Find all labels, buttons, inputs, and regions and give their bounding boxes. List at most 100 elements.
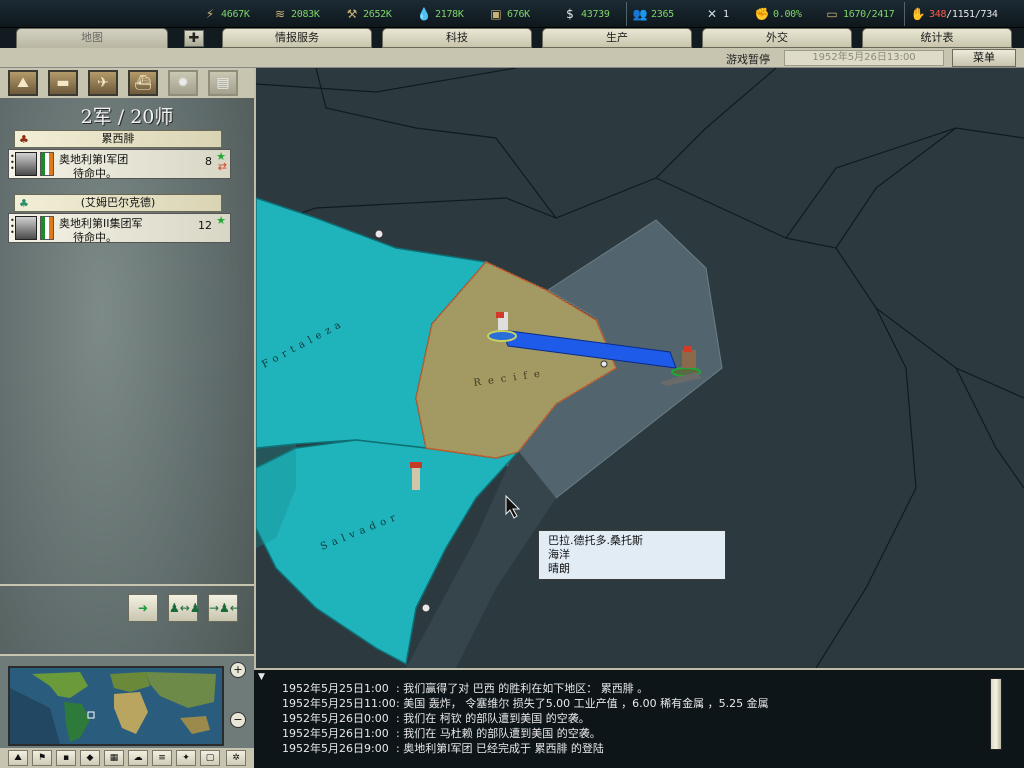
unit-division-count: 8 xyxy=(205,155,212,168)
transport-icon: ▤ xyxy=(216,75,230,91)
unit-panel: ⛰ ▬ ✈ ⛴ ✹ ▤ 2军 / 20师 ♣ 累西腓 • • • 奥地利第I军团 待… xyxy=(0,68,254,768)
filter-combat-button[interactable]: ✹ xyxy=(168,70,198,96)
group-header-recife[interactable]: ♣ 累西腓 xyxy=(14,130,222,148)
oil-drop-icon: 💧 xyxy=(416,7,432,21)
supply-icon: ▪ xyxy=(62,753,70,763)
tab-intelligence[interactable]: 情报服务 xyxy=(222,28,372,48)
resource-manpower[interactable]: 👥 2365 xyxy=(632,6,675,22)
explosion-icon: ✹ xyxy=(177,75,189,91)
mapmode-infrastructure-button[interactable]: ≡ xyxy=(152,750,172,766)
log-entry: 1952年5月25日1:00: 我们赢得了对 巴西 的胜利在如下地区： 累西腓 … xyxy=(282,680,648,696)
mapmode-industry-button[interactable]: ▦ xyxy=(104,750,124,766)
army-summary: 2军 / 20师 xyxy=(80,106,174,128)
mapmode-diplomacy-button[interactable]: ✦ xyxy=(176,750,196,766)
star-icon: ★ xyxy=(216,214,226,227)
tab-technology[interactable]: 科技 xyxy=(382,28,532,48)
resource-rare-materials[interactable]: ⚒ 2652K xyxy=(344,6,392,22)
gear-icon: ✲ xyxy=(232,753,240,763)
unload-unit-button[interactable]: ➜ xyxy=(128,594,158,622)
resource-supplies[interactable]: ▣ 676K xyxy=(488,6,530,22)
game-date-display: 1952年5月26日13:00 xyxy=(784,50,944,66)
resource-separator xyxy=(904,2,905,26)
expand-button[interactable]: ✚ xyxy=(184,30,204,47)
log-scrollbar[interactable] xyxy=(990,678,1002,750)
tooltip-terrain: 海洋 xyxy=(548,548,570,561)
port-icon xyxy=(374,229,384,239)
mapmode-weather-button[interactable]: ☁ xyxy=(128,750,148,766)
log-timestamp: 1952年5月26日9:00 xyxy=(282,742,389,755)
handshake-icon: ✦ xyxy=(182,753,190,763)
resource-metal[interactable]: ≋ 2083K xyxy=(272,6,320,22)
mapmode-resources-button[interactable]: ◆ xyxy=(80,750,100,766)
filter-armor-button[interactable]: ▬ xyxy=(48,70,78,96)
resource-convoys[interactable]: ✋ 348/1151/734 xyxy=(910,6,998,22)
commander-portrait xyxy=(15,216,37,240)
mapmode-terrain-button[interactable]: ⛰ xyxy=(8,750,28,766)
convoys-used-value: 348 xyxy=(929,8,947,20)
infantry-icon: ⛰ xyxy=(17,75,29,91)
split-unit-button[interactable]: ♟↔♟ xyxy=(168,594,201,622)
world-minimap[interactable] xyxy=(8,666,224,746)
zoom-out-button[interactable]: − xyxy=(230,712,246,728)
split-icon: ♟↔♟ xyxy=(169,601,201,615)
zoom-out-icon: − xyxy=(233,713,243,726)
resource-transports[interactable]: ▭ 1670/2417 xyxy=(824,6,894,22)
aircraft-icon: ✈ xyxy=(97,75,109,91)
mapmode-political-button[interactable]: ⚑ xyxy=(32,750,52,766)
mapmode-settings-button[interactable]: ✲ xyxy=(226,750,246,766)
log-text: : 奥地利第I军团 已经完成于 累西腓 的登陆 xyxy=(396,742,604,755)
resource-energy[interactable]: ⚡ 4667K xyxy=(202,6,250,22)
tank-icon: ▬ xyxy=(56,75,70,91)
unload-arrow-icon: ➜ xyxy=(137,601,149,615)
unit-card-austria-corps-1[interactable]: • • • 奥地利第I军团 待命中。 8 ★ ⇄ xyxy=(8,149,231,180)
resource-bar: ⚡ 4667K ≋ 2083K ⚒ 2652K 💧 2178K ▣ 676K $… xyxy=(0,0,1024,28)
energy-icon: ⚡ xyxy=(205,7,215,21)
flag-icon: ⚑ xyxy=(37,753,47,763)
resource-icon: ◆ xyxy=(86,753,94,763)
tab-production[interactable]: 生产 xyxy=(542,28,692,48)
mapmode-theater-button[interactable]: ▢ xyxy=(200,750,220,766)
filter-air-button[interactable]: ✈ xyxy=(88,70,118,96)
manpower-value: 2365 xyxy=(651,8,674,20)
road-icon: ≡ xyxy=(158,753,166,763)
unit-card-austria-army-2[interactable]: • • • 奥地利第II集团军 待命中。 12 ★ xyxy=(8,213,231,244)
swap-arrows-icon[interactable]: ⇄ xyxy=(218,160,227,173)
log-timestamp: 1952年5月25日11:00 xyxy=(282,697,396,710)
merge-unit-button[interactable]: →♟← xyxy=(208,594,240,622)
log-text: : 美国 轰炸， 令塞维尔 损失了5.00 工业产值 ，6.00 稀有金属 ，5… xyxy=(396,697,769,710)
rare-materials-value: 2652K xyxy=(363,8,392,20)
dissent-value: 0.00% xyxy=(773,8,802,20)
panel-divider xyxy=(0,584,254,586)
collapse-triangle-icon[interactable]: ▼ xyxy=(258,672,265,682)
tab-map[interactable]: 地图 xyxy=(16,28,168,50)
log-text: : 我们在 马杜赖 的部队遭到美国 的空袭。 xyxy=(396,727,601,740)
map-mode-bar: ⛰ ⚑ ▪ ◆ ▦ ☁ ≡ ✦ ▢ ✲ xyxy=(0,748,254,768)
zoom-in-button[interactable]: + xyxy=(230,662,246,678)
tab-statistics[interactable]: 统计表 xyxy=(862,28,1012,48)
game-map[interactable]: Fortaleza Recife Salvador 巴拉.德托多.桑托斯 海洋 … xyxy=(254,68,1024,668)
message-log: ▼ 1952年5月25日1:00: 我们赢得了对 巴西 的胜利在如下地区： 累西… xyxy=(254,668,1024,768)
tab-diplomacy[interactable]: 外交 xyxy=(702,28,852,48)
resource-money[interactable]: $ 43739 xyxy=(562,6,610,22)
drag-handle-icon[interactable]: • • • xyxy=(10,217,15,237)
nation-flag xyxy=(40,216,54,240)
drag-handle-icon[interactable]: • • • xyxy=(10,153,15,173)
menu-button[interactable]: 菜单 xyxy=(952,49,1016,67)
filter-transport-button[interactable]: ▤ xyxy=(208,70,238,96)
status-row: 游戏暂停 1952年5月26日13:00 菜单 xyxy=(0,48,1024,68)
energy-value: 4667K xyxy=(221,8,250,20)
resource-dissent[interactable]: ✊ 0.00% xyxy=(754,6,802,22)
manpower-icon: 👥 xyxy=(632,7,648,21)
filter-land-button[interactable]: ⛰ xyxy=(8,70,38,96)
filter-naval-button[interactable]: ⛴ xyxy=(128,70,158,96)
oil-value: 2178K xyxy=(435,8,464,20)
group-header-embarked[interactable]: ♣ (艾姆巴尔克德) xyxy=(14,194,222,212)
resource-oil[interactable]: 💧 2178K xyxy=(416,6,464,22)
tooltip-weather: 晴朗 xyxy=(548,562,570,575)
resource-diplomacy[interactable]: ✕ 1 xyxy=(704,6,729,22)
log-entry: 1952年5月26日9:00 : 奥地利第I军团 已经完成于 累西腓 的登陆 xyxy=(282,740,604,756)
mapmode-supply-button[interactable]: ▪ xyxy=(56,750,76,766)
province-tooltip: 巴拉.德托多.桑托斯 海洋 晴朗 xyxy=(538,530,726,580)
log-entry: 1952年5月26日1:00: 我们在 马杜赖 的部队遭到美国 的空袭。 xyxy=(282,725,601,741)
zoom-in-icon: + xyxy=(233,663,243,676)
